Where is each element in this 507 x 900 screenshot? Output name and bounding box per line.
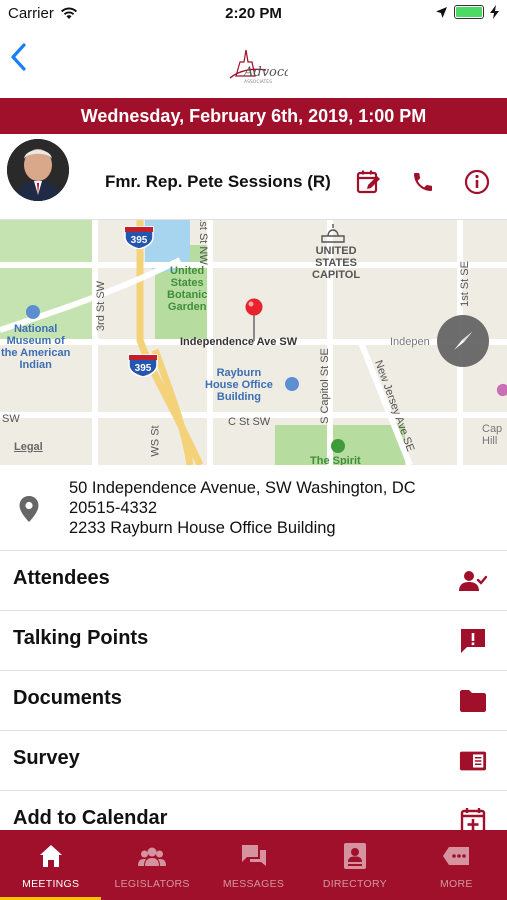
shield-label: 395	[135, 363, 152, 374]
nav-bar: Advocacy ASSOCIATES	[0, 28, 507, 98]
map-label-independence: Independence Ave SW	[180, 336, 298, 348]
map-label-independence-east: Indepen	[390, 336, 430, 348]
menu-item-label: Documents	[13, 687, 122, 709]
tab-label: MEETINGS	[22, 878, 80, 890]
map-label-museum: National Museum of the American Indian	[1, 323, 71, 371]
status-bar: Carrier 2:20 PM	[0, 0, 507, 28]
map-label-s-capitol: S Capitol St SE	[318, 348, 331, 424]
map-label-rayburn: Rayburn House Office Building	[205, 367, 273, 403]
tab-label: MORE	[439, 878, 473, 890]
interstate-shield-icon: 395	[128, 354, 158, 377]
representative-name: Fmr. Rep. Pete Sessions (R)	[105, 172, 331, 191]
tab-label: DIRECTORY	[322, 878, 387, 890]
menu-item-label: Add to Calendar	[13, 807, 168, 829]
meeting-address[interactable]: 50 Independence Avenue, SW Washington, D…	[0, 465, 507, 551]
map-label-cap-hill: Cap Hill	[482, 423, 503, 447]
talking-points-icon	[459, 627, 487, 655]
location-map[interactable]: 395 395 UNITED STATES CAPITOL United Sta…	[0, 220, 507, 465]
map-label-first-st-se: 1st St SE	[458, 261, 471, 307]
home-icon	[39, 845, 62, 867]
compass-button[interactable]	[437, 315, 489, 367]
info-button[interactable]	[463, 168, 491, 196]
logo-subtext: ASSOCIATES	[244, 79, 272, 85]
menu-item-label: Survey	[13, 747, 80, 769]
more-icon	[443, 847, 470, 865]
museum-poi-icon	[26, 305, 40, 319]
charging-bolt-icon	[490, 5, 499, 19]
map-label-ws-st: WS St	[149, 425, 162, 457]
menu-item-documents[interactable]: Documents	[0, 671, 507, 731]
menu-item-attendees[interactable]: Attendees	[0, 551, 507, 611]
menu-item-survey[interactable]: Survey	[0, 731, 507, 791]
compass-icon	[454, 332, 472, 350]
map-label-c-st: C St SW	[228, 416, 271, 428]
tab-bar: MEETINGS LEGISLATORS MESSAGES DIRECTORY	[0, 830, 507, 900]
edit-calendar-button[interactable]	[355, 168, 383, 196]
menu-item-talking-points[interactable]: Talking Points	[0, 611, 507, 671]
survey-icon	[459, 747, 487, 775]
tab-directory[interactable]: DIRECTORY	[304, 830, 405, 900]
tab-messages[interactable]: MESSAGES	[203, 830, 304, 900]
spirit-poi-icon	[331, 439, 345, 453]
directory-icon	[343, 843, 366, 869]
map-label-first-st-nw: 1st St NW	[196, 220, 209, 265]
map-label-spirit: The Spirit	[310, 455, 361, 465]
shield-label: 395	[131, 235, 148, 246]
map-label-sw: SW	[2, 413, 20, 425]
folder-icon	[459, 687, 487, 715]
map-label-capitol: UNITED STATES CAPITOL	[312, 245, 361, 281]
tab-meetings[interactable]: MEETINGS	[0, 830, 102, 900]
menu-item-label: Talking Points	[13, 627, 149, 649]
meeting-datetime-banner: Wednesday, February 6th, 2019, 1:00 PM	[0, 98, 507, 134]
avatar	[7, 139, 69, 201]
status-right	[435, 5, 499, 19]
info-icon	[464, 169, 490, 195]
edit-calendar-icon	[356, 170, 380, 194]
tab-more[interactable]: MORE	[406, 830, 507, 900]
chevron-left-icon	[11, 43, 26, 71]
rayburn-poi-icon	[285, 377, 299, 391]
battery-icon	[454, 5, 484, 19]
interstate-shield-icon: 395	[124, 226, 154, 249]
map-label-botanic: United States Botanic Garden	[167, 265, 208, 313]
representative-row: Fmr. Rep. Pete Sessions (R)	[0, 134, 507, 220]
capitol-icon	[321, 224, 345, 243]
logo-text: Advocacy	[243, 65, 288, 80]
tab-label: LEGISLATORS	[114, 878, 190, 890]
location-arrow-icon	[436, 6, 447, 18]
menu-item-label: Attendees	[13, 567, 110, 589]
address-line-2: 20515-4332	[69, 499, 158, 517]
poi-icon	[496, 383, 507, 397]
address-line-3: 2233 Rayburn House Office Building	[69, 519, 336, 537]
tab-label: MESSAGES	[222, 878, 285, 890]
location-pin-icon	[19, 496, 39, 522]
advocacy-logo: Advocacy ASSOCIATES	[222, 40, 307, 86]
map-legal-link[interactable]: Legal	[14, 441, 43, 453]
map-label-third-st: 3rd St SW	[95, 280, 108, 332]
legislators-icon	[138, 847, 167, 866]
address-line-1: 50 Independence Avenue, SW Washington, D…	[69, 479, 416, 497]
back-button[interactable]	[8, 42, 38, 82]
map-pin-icon	[245, 298, 263, 341]
attendees-icon	[459, 567, 487, 595]
messages-icon	[241, 845, 266, 866]
status-time: 2:20 PM	[225, 5, 282, 22]
phone-icon	[414, 173, 432, 191]
address-lines: 50 Independence Avenue, SW Washington, D…	[69, 478, 416, 538]
call-button[interactable]	[409, 168, 437, 196]
tab-legislators[interactable]: LEGISLATORS	[101, 830, 202, 900]
representative-actions	[355, 168, 491, 196]
